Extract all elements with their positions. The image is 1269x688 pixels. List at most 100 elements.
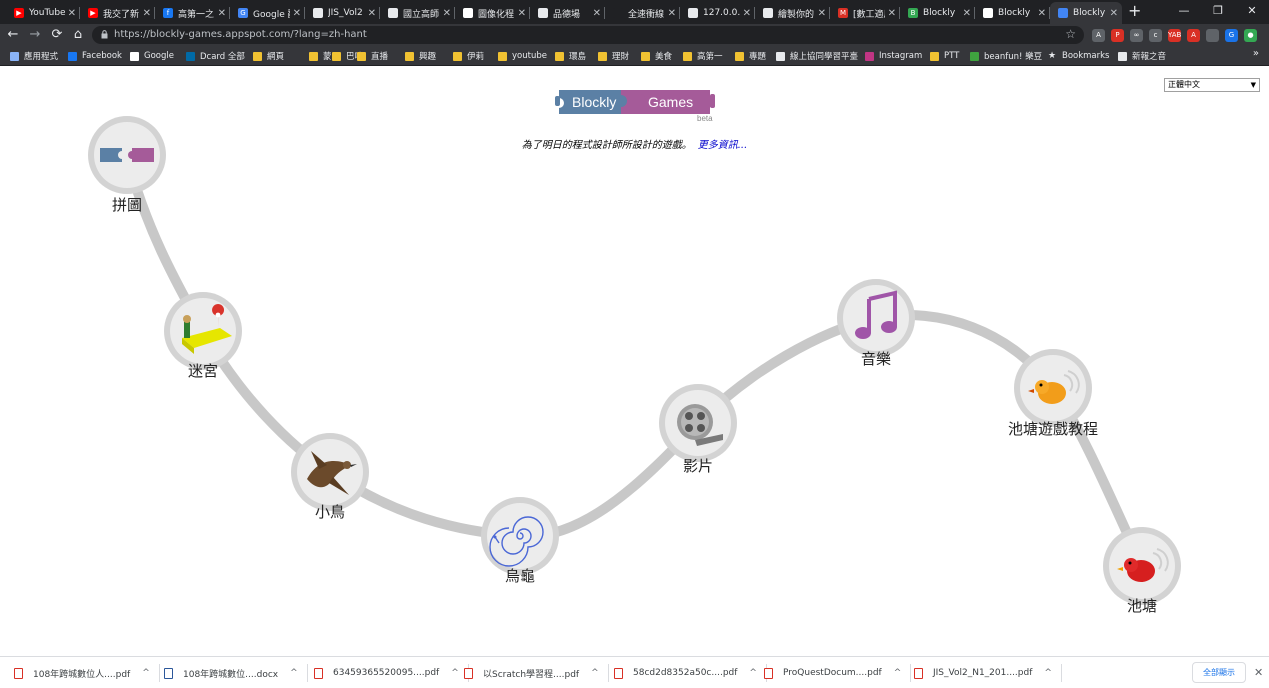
bookmark-item[interactable]: 蒙 bbox=[309, 49, 332, 63]
bookmark-item[interactable]: 高第一 bbox=[683, 49, 723, 63]
extension-icon[interactable]: ∞ bbox=[1130, 28, 1143, 42]
bookmark-item[interactable]: Google bbox=[130, 49, 174, 63]
reload-icon[interactable]: ⟳ bbox=[48, 26, 66, 44]
game-label[interactable]: 池塘 bbox=[1062, 595, 1222, 616]
game-button[interactable] bbox=[164, 292, 242, 370]
download-item[interactable]: 以Scratch學習程....pdf ^ bbox=[464, 664, 609, 682]
tab-close-icon[interactable]: ✕ bbox=[293, 8, 301, 19]
browser-tab[interactable]: 127.0.0.1✕ bbox=[680, 2, 755, 24]
game-button[interactable] bbox=[837, 279, 915, 357]
forward-arrow-icon[interactable]: → bbox=[26, 26, 44, 44]
new-tab-button[interactable]: + bbox=[1128, 3, 1141, 19]
game-label[interactable]: 拼圖 bbox=[47, 194, 207, 215]
game-button[interactable] bbox=[1014, 349, 1092, 427]
download-item[interactable]: ProQuestDocum....pdf ^ bbox=[764, 664, 912, 682]
extension-icon[interactable]: P bbox=[1111, 28, 1124, 42]
download-menu-chevron-icon[interactable]: ^ bbox=[451, 668, 459, 678]
extension-icon[interactable]: G bbox=[1225, 28, 1238, 42]
download-menu-chevron-icon[interactable]: ^ bbox=[1044, 668, 1052, 678]
browser-tab[interactable]: W Blockly ✕ bbox=[975, 2, 1050, 24]
bookmark-item[interactable]: 專題 bbox=[735, 49, 766, 63]
browser-tab[interactable]: M [數工適用✕ bbox=[830, 2, 900, 24]
bookmark-item[interactable]: 興趣 bbox=[405, 49, 436, 63]
tab-close-icon[interactable]: ✕ bbox=[368, 8, 376, 19]
tab-close-icon[interactable]: ✕ bbox=[518, 8, 526, 19]
browser-tab[interactable]: B Blockly ✕ bbox=[900, 2, 975, 24]
game-label[interactable]: 迷宮 bbox=[123, 360, 283, 381]
minimize-button[interactable]: — bbox=[1167, 0, 1201, 24]
bookmark-item[interactable]: 美食 bbox=[641, 49, 672, 63]
game-label[interactable]: 影片 bbox=[618, 455, 778, 476]
bookmark-item[interactable]: 應用程式 bbox=[10, 49, 58, 63]
browser-tab[interactable]: JIS_Vol2 ✕ bbox=[305, 2, 380, 24]
show-all-downloads-button[interactable]: 全部顯示 bbox=[1192, 662, 1246, 683]
tab-close-icon[interactable]: ✕ bbox=[68, 8, 76, 19]
download-menu-chevron-icon[interactable]: ^ bbox=[290, 668, 298, 678]
browser-tab[interactable]: 全速衝線 ✕ bbox=[605, 2, 680, 24]
bookmark-item[interactable]: Facebook bbox=[68, 49, 122, 63]
bookmark-item[interactable]: beanfun! 樂豆 bbox=[970, 49, 1042, 63]
game-button[interactable] bbox=[88, 116, 166, 194]
tab-close-icon[interactable]: ✕ bbox=[593, 8, 601, 19]
bookmark-star-icon[interactable]: ☆ bbox=[1065, 27, 1076, 41]
close-window-button[interactable]: ✕ bbox=[1235, 0, 1269, 24]
game-button[interactable] bbox=[1103, 527, 1181, 605]
extension-icon[interactable]: ⋮ bbox=[1263, 28, 1269, 42]
extension-icon[interactable]: A bbox=[1187, 28, 1200, 42]
bookmark-item[interactable]: youtube bbox=[498, 49, 547, 63]
download-menu-chevron-icon[interactable]: ^ bbox=[749, 668, 757, 678]
tab-close-icon[interactable]: ✕ bbox=[743, 8, 751, 19]
bookmark-item[interactable]: ★ Bookmarks bbox=[1048, 49, 1110, 63]
download-menu-chevron-icon[interactable]: ^ bbox=[142, 668, 150, 678]
browser-tab[interactable]: 繪製你的 ✕ bbox=[755, 2, 830, 24]
browser-tab[interactable]: ▶ YouTube ✕ bbox=[6, 2, 80, 24]
browser-tab[interactable]: 品德場 ✕ bbox=[530, 2, 605, 24]
extension-icon[interactable]: YAB bbox=[1168, 28, 1181, 42]
bookmark-item[interactable]: 直播 bbox=[357, 49, 388, 63]
tab-close-icon[interactable]: ✕ bbox=[1110, 8, 1118, 19]
browser-tab[interactable]: G Google 翻✕ bbox=[230, 2, 305, 24]
tab-close-icon[interactable]: ✕ bbox=[668, 8, 676, 19]
bookmark-item[interactable]: 伊莉 bbox=[453, 49, 484, 63]
tab-close-icon[interactable]: ✕ bbox=[818, 8, 826, 19]
extension-icon[interactable]: ● bbox=[1244, 28, 1257, 42]
game-label[interactable]: 烏龜 bbox=[440, 565, 600, 586]
restore-button[interactable]: ❐ bbox=[1201, 0, 1235, 24]
browser-tab[interactable]: Blockly ✕ bbox=[1050, 2, 1122, 24]
bookmark-item[interactable]: Instagram bbox=[865, 49, 922, 63]
tab-close-icon[interactable]: ✕ bbox=[143, 8, 151, 19]
download-item[interactable]: 108年跨城數位....docx ^ bbox=[164, 664, 308, 682]
bookmark-item[interactable]: 環島 bbox=[555, 49, 586, 63]
bookmark-item[interactable]: 理財 bbox=[598, 49, 629, 63]
download-item[interactable]: 58cd2d8352a50c....pdf ^ bbox=[614, 664, 767, 682]
tab-close-icon[interactable]: ✕ bbox=[1038, 8, 1046, 19]
game-label[interactable]: 小鳥 bbox=[250, 501, 410, 522]
bookmark-item[interactable]: 網頁 bbox=[253, 49, 284, 63]
bookmark-item[interactable]: PTT bbox=[930, 49, 959, 63]
browser-tab[interactable]: 國立高師 ✕ bbox=[380, 2, 455, 24]
bookmark-item[interactable]: 新報之音 bbox=[1118, 49, 1166, 63]
back-arrow-icon[interactable]: ← bbox=[4, 26, 22, 44]
download-menu-chevron-icon[interactable]: ^ bbox=[894, 668, 902, 678]
browser-tab[interactable]: f 高第一之 ✕ bbox=[155, 2, 230, 24]
download-menu-chevron-icon[interactable]: ^ bbox=[591, 668, 599, 678]
tab-close-icon[interactable]: ✕ bbox=[888, 8, 896, 19]
browser-tab[interactable]: ▶ 我交了新 ✕ bbox=[80, 2, 155, 24]
tab-close-icon[interactable]: ✕ bbox=[443, 8, 451, 19]
extension-icon[interactable]: c bbox=[1149, 28, 1162, 42]
bookmark-item[interactable]: 線上協同學習平臺 bbox=[776, 49, 858, 63]
extension-icon[interactable]: A bbox=[1092, 28, 1105, 42]
bookmarks-overflow-button[interactable]: » bbox=[1253, 48, 1259, 59]
tab-close-icon[interactable]: ✕ bbox=[218, 8, 226, 19]
home-icon[interactable]: ⌂ bbox=[69, 26, 87, 44]
game-label[interactable]: 音樂 bbox=[796, 348, 956, 369]
download-item[interactable]: 63459365520095....pdf ^ bbox=[314, 664, 469, 682]
address-bar[interactable]: https://blockly-games.appspot.com/?lang=… bbox=[92, 26, 1084, 44]
game-label[interactable]: 池塘遊戲教程 bbox=[973, 418, 1133, 439]
game-button[interactable] bbox=[481, 497, 559, 575]
tab-close-icon[interactable]: ✕ bbox=[963, 8, 971, 19]
download-item[interactable]: 108年跨城數位人....pdf ^ bbox=[14, 664, 160, 682]
bookmark-item[interactable]: Dcard 全部 bbox=[186, 49, 245, 63]
close-downloads-icon[interactable]: ✕ bbox=[1254, 666, 1263, 679]
browser-tab[interactable]: G 圖像化程 ✕ bbox=[455, 2, 530, 24]
